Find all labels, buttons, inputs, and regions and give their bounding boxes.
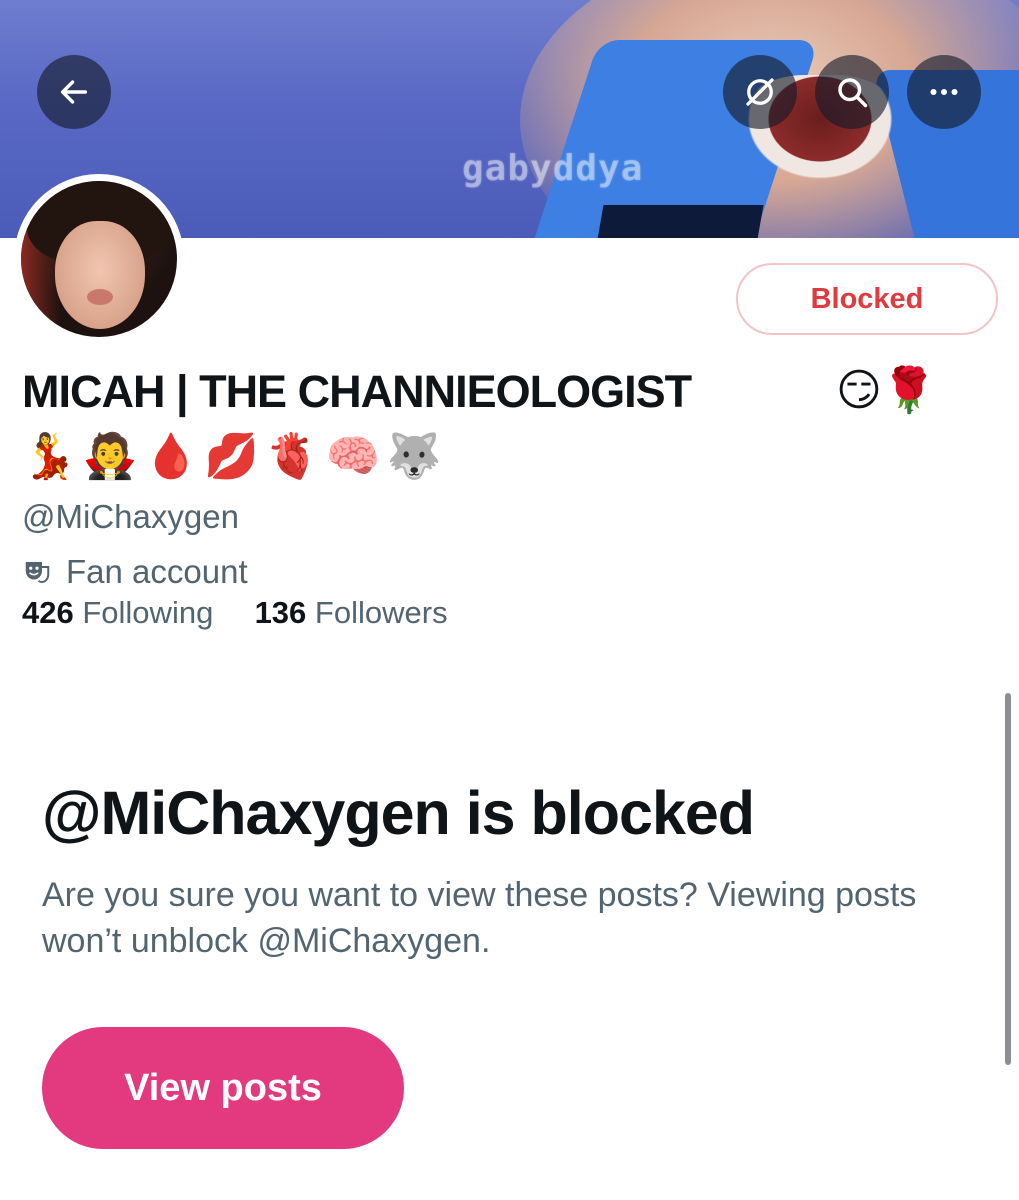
blocked-button[interactable]: Blocked	[736, 263, 998, 335]
profile-handle: @MiChaxygen	[22, 498, 239, 535]
search-button[interactable]	[815, 55, 889, 129]
more-horizontal-icon	[930, 89, 958, 95]
blocked-notice-title: @MiChaxygen is blocked	[42, 779, 755, 847]
scrollbar[interactable]	[1005, 693, 1011, 1065]
followers-label: Followers	[314, 595, 448, 630]
profile-category: Fan account	[22, 553, 248, 591]
banner-image-shape	[596, 205, 764, 238]
banner-watermark: gabyddya	[462, 148, 644, 189]
avatar-lips	[87, 289, 113, 305]
display-name-emojis: 😏🌹	[836, 366, 937, 415]
display-name: MICAH | THE CHANNIEOLOGIST	[22, 366, 692, 417]
more-button[interactable]	[907, 55, 981, 129]
followers-count: 136	[254, 595, 307, 630]
followers-link[interactable]: 136 Followers	[255, 595, 448, 630]
following-link[interactable]: 426 Following	[22, 595, 222, 630]
avatar[interactable]	[14, 174, 184, 344]
following-count: 426	[22, 595, 74, 630]
back-button[interactable]	[37, 55, 111, 129]
bio-emoji-row: 💃🧛🩸💋🫀🧠🐺	[22, 432, 448, 481]
search-icon	[838, 78, 868, 108]
theater-masks-icon	[25, 562, 50, 584]
avatar-face	[55, 221, 145, 329]
avatar-image	[21, 181, 177, 337]
grok-button[interactable]	[723, 55, 797, 129]
grok-icon	[746, 78, 774, 106]
category-label: Fan account	[66, 553, 248, 590]
arrow-left-icon	[60, 80, 88, 104]
view-posts-button[interactable]: View posts	[42, 1027, 404, 1149]
following-label: Following	[82, 595, 214, 630]
follow-stats: 426 Following 136 Followers	[22, 595, 448, 631]
blocked-notice-description: Are you sure you want to view these post…	[42, 876, 917, 960]
